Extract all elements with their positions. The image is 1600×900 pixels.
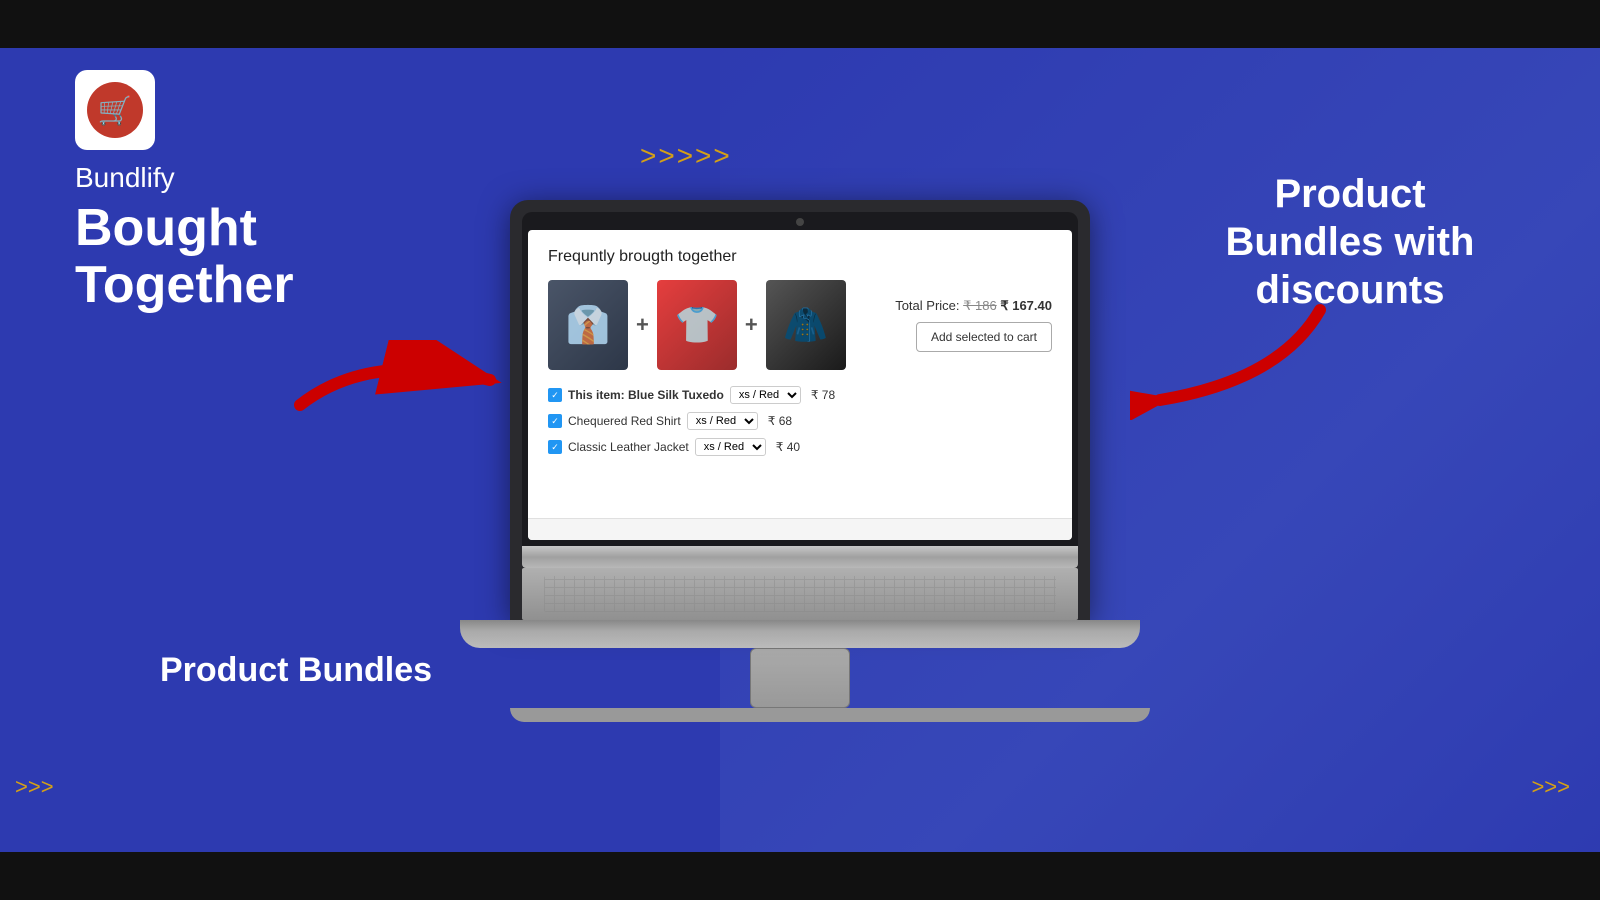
- laptop-screen-outer: Frequntly brougth together 👔 + 👕 +: [510, 200, 1090, 620]
- laptop-bottom: [460, 620, 1140, 648]
- item-line-1: ✓ This item: Blue Silk Tuxedo xs / Red ₹…: [548, 386, 1052, 404]
- product-row: 👔 + 👕 + 🧥 Total Price:: [548, 280, 1052, 370]
- logo-area: 🛒 Bundlify Bought Together: [75, 70, 475, 314]
- red-arrow-left: [290, 340, 510, 420]
- discounts-label: Product Bundles with discounts: [1200, 170, 1500, 314]
- item-price-2: ₹ 68: [768, 414, 792, 428]
- new-price: ₹ 167.40: [1000, 298, 1052, 313]
- checkbox-3[interactable]: ✓: [548, 440, 562, 454]
- product-img-tuxedo: 👔: [548, 280, 628, 370]
- plus-sign-2: +: [745, 312, 758, 338]
- checkbox-1[interactable]: ✓: [548, 388, 562, 402]
- old-price: ₹ 186: [963, 298, 997, 313]
- bought-together-heading: Bought Together: [75, 200, 475, 314]
- arrow-decoration-bottom-right: >>>: [1531, 774, 1570, 800]
- laptop-screen-bezel: Frequntly brougth together 👔 + 👕 +: [522, 212, 1078, 546]
- item-select-1[interactable]: xs / Red: [730, 386, 801, 404]
- laptop-screen-content: Frequntly brougth together 👔 + 👕 +: [528, 230, 1072, 540]
- total-price: Total Price: ₹ 186 ₹ 167.40: [895, 298, 1052, 314]
- item-select-2[interactable]: xs / Red: [687, 412, 758, 430]
- product-img-shirt: 👕: [657, 280, 737, 370]
- item-name-3: Classic Leather Jacket: [568, 440, 689, 454]
- svg-text:🛒: 🛒: [98, 94, 133, 127]
- logo-box: 🛒: [75, 70, 155, 150]
- item-name-2: Chequered Red Shirt: [568, 414, 681, 428]
- item-price-3: ₹ 40: [776, 440, 800, 454]
- laptop-keyboard: [522, 568, 1078, 620]
- bottom-bar: [0, 852, 1600, 900]
- item-select-3[interactable]: xs / Red: [695, 438, 766, 456]
- logo-icon: 🛒: [85, 80, 145, 140]
- item-line-3: ✓ Classic Leather Jacket xs / Red ₹ 40: [548, 438, 1052, 456]
- arrow-decoration-top: >>>>>: [640, 140, 732, 172]
- add-to-cart-button[interactable]: Add selected to cart: [916, 322, 1052, 352]
- screen-title: Frequntly brougth together: [548, 248, 1052, 266]
- top-bar: [0, 0, 1600, 48]
- laptop-foot: [510, 708, 1150, 722]
- product-img-jacket: 🧥: [766, 280, 846, 370]
- laptop: Frequntly brougth together 👔 + 👕 +: [510, 200, 1090, 722]
- total-price-label: Total Price:: [895, 298, 959, 313]
- product-bundles-label: Product Bundles: [160, 651, 432, 690]
- camera-dot: [796, 218, 804, 226]
- trackpad: [750, 648, 850, 708]
- brand-name: Bundlify: [75, 162, 475, 194]
- laptop-base: [522, 546, 1078, 568]
- item-name-1: This item: Blue Silk Tuxedo: [568, 388, 724, 402]
- arrow-decoration-bottom-left: >>>: [15, 774, 54, 800]
- item-price-1: ₹ 78: [811, 388, 835, 402]
- checkbox-2[interactable]: ✓: [548, 414, 562, 428]
- plus-sign-1: +: [636, 312, 649, 338]
- screen-bottom-bar: [528, 518, 1072, 540]
- keyboard-keys: [544, 576, 1056, 612]
- item-line-2: ✓ Chequered Red Shirt xs / Red ₹ 68: [548, 412, 1052, 430]
- price-cart-area: Total Price: ₹ 186 ₹ 167.40 Add selected…: [895, 298, 1052, 352]
